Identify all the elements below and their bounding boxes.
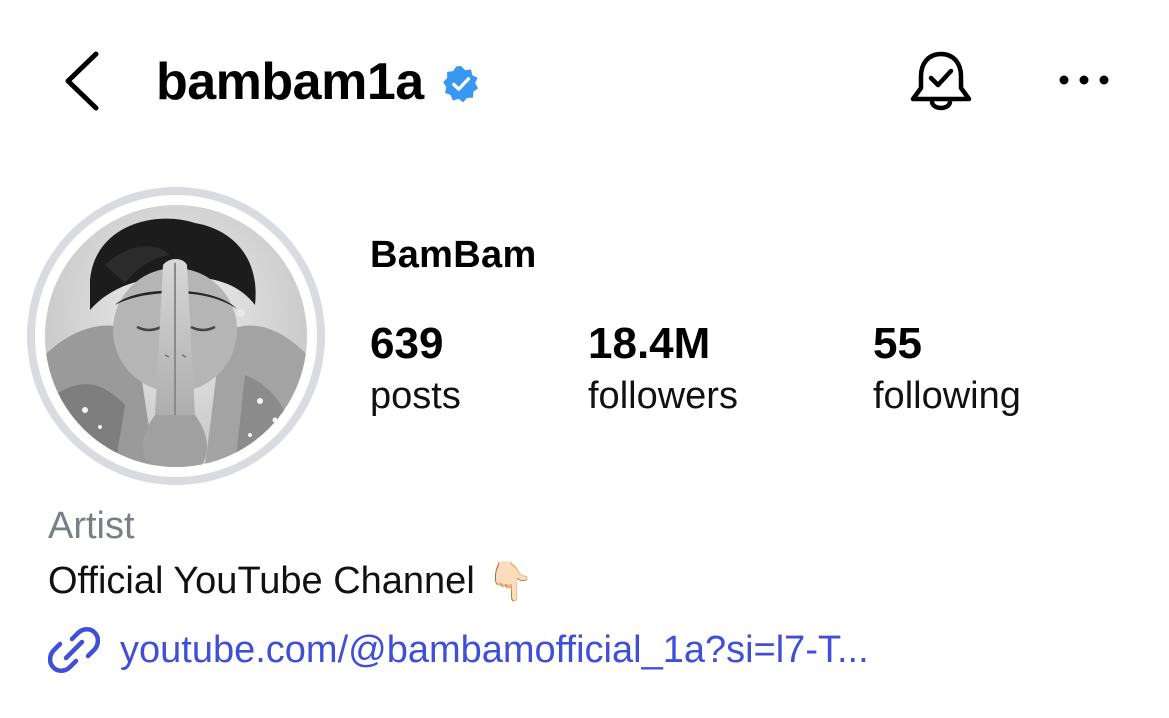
profile-photo xyxy=(45,205,307,467)
pointing-down-emoji: 👇🏻 xyxy=(486,560,535,603)
following-label: following xyxy=(873,375,1021,417)
posts-value: 639 xyxy=(370,319,444,368)
back-button[interactable] xyxy=(58,50,108,112)
chevron-left-icon xyxy=(65,51,99,111)
link-icon xyxy=(48,627,100,673)
profile-header: bambam1a xyxy=(156,50,480,114)
followers-count[interactable]: 18.4M followers xyxy=(588,318,738,422)
posts-label: posts xyxy=(370,375,461,417)
bio: Official YouTube Channel 👇🏻 xyxy=(48,560,534,603)
more-horizontal-icon xyxy=(1059,75,1109,85)
followers-label: followers xyxy=(588,375,738,417)
verified-badge-icon xyxy=(442,65,478,103)
username-title: bambam1a xyxy=(156,53,424,111)
avatar-frame xyxy=(35,195,317,477)
more-options-button[interactable] xyxy=(1052,64,1116,96)
bell-check-icon xyxy=(910,51,972,111)
followers-value: 18.4M xyxy=(588,319,711,368)
story-ring xyxy=(27,187,325,485)
link-url[interactable]: youtube.com/@bambamofficial_1a?si=l7-T..… xyxy=(120,629,869,672)
posts-count[interactable]: 639 posts xyxy=(370,318,461,422)
following-value: 55 xyxy=(873,319,922,368)
notifications-button[interactable] xyxy=(905,48,977,116)
bio-text: Official YouTube Channel xyxy=(48,560,475,602)
profile-category: Artist xyxy=(48,505,135,547)
display-name: BamBam xyxy=(370,234,537,276)
external-link[interactable]: youtube.com/@bambamofficial_1a?si=l7-T..… xyxy=(48,624,869,676)
following-count[interactable]: 55 following xyxy=(873,318,1021,422)
avatar[interactable] xyxy=(45,205,307,467)
